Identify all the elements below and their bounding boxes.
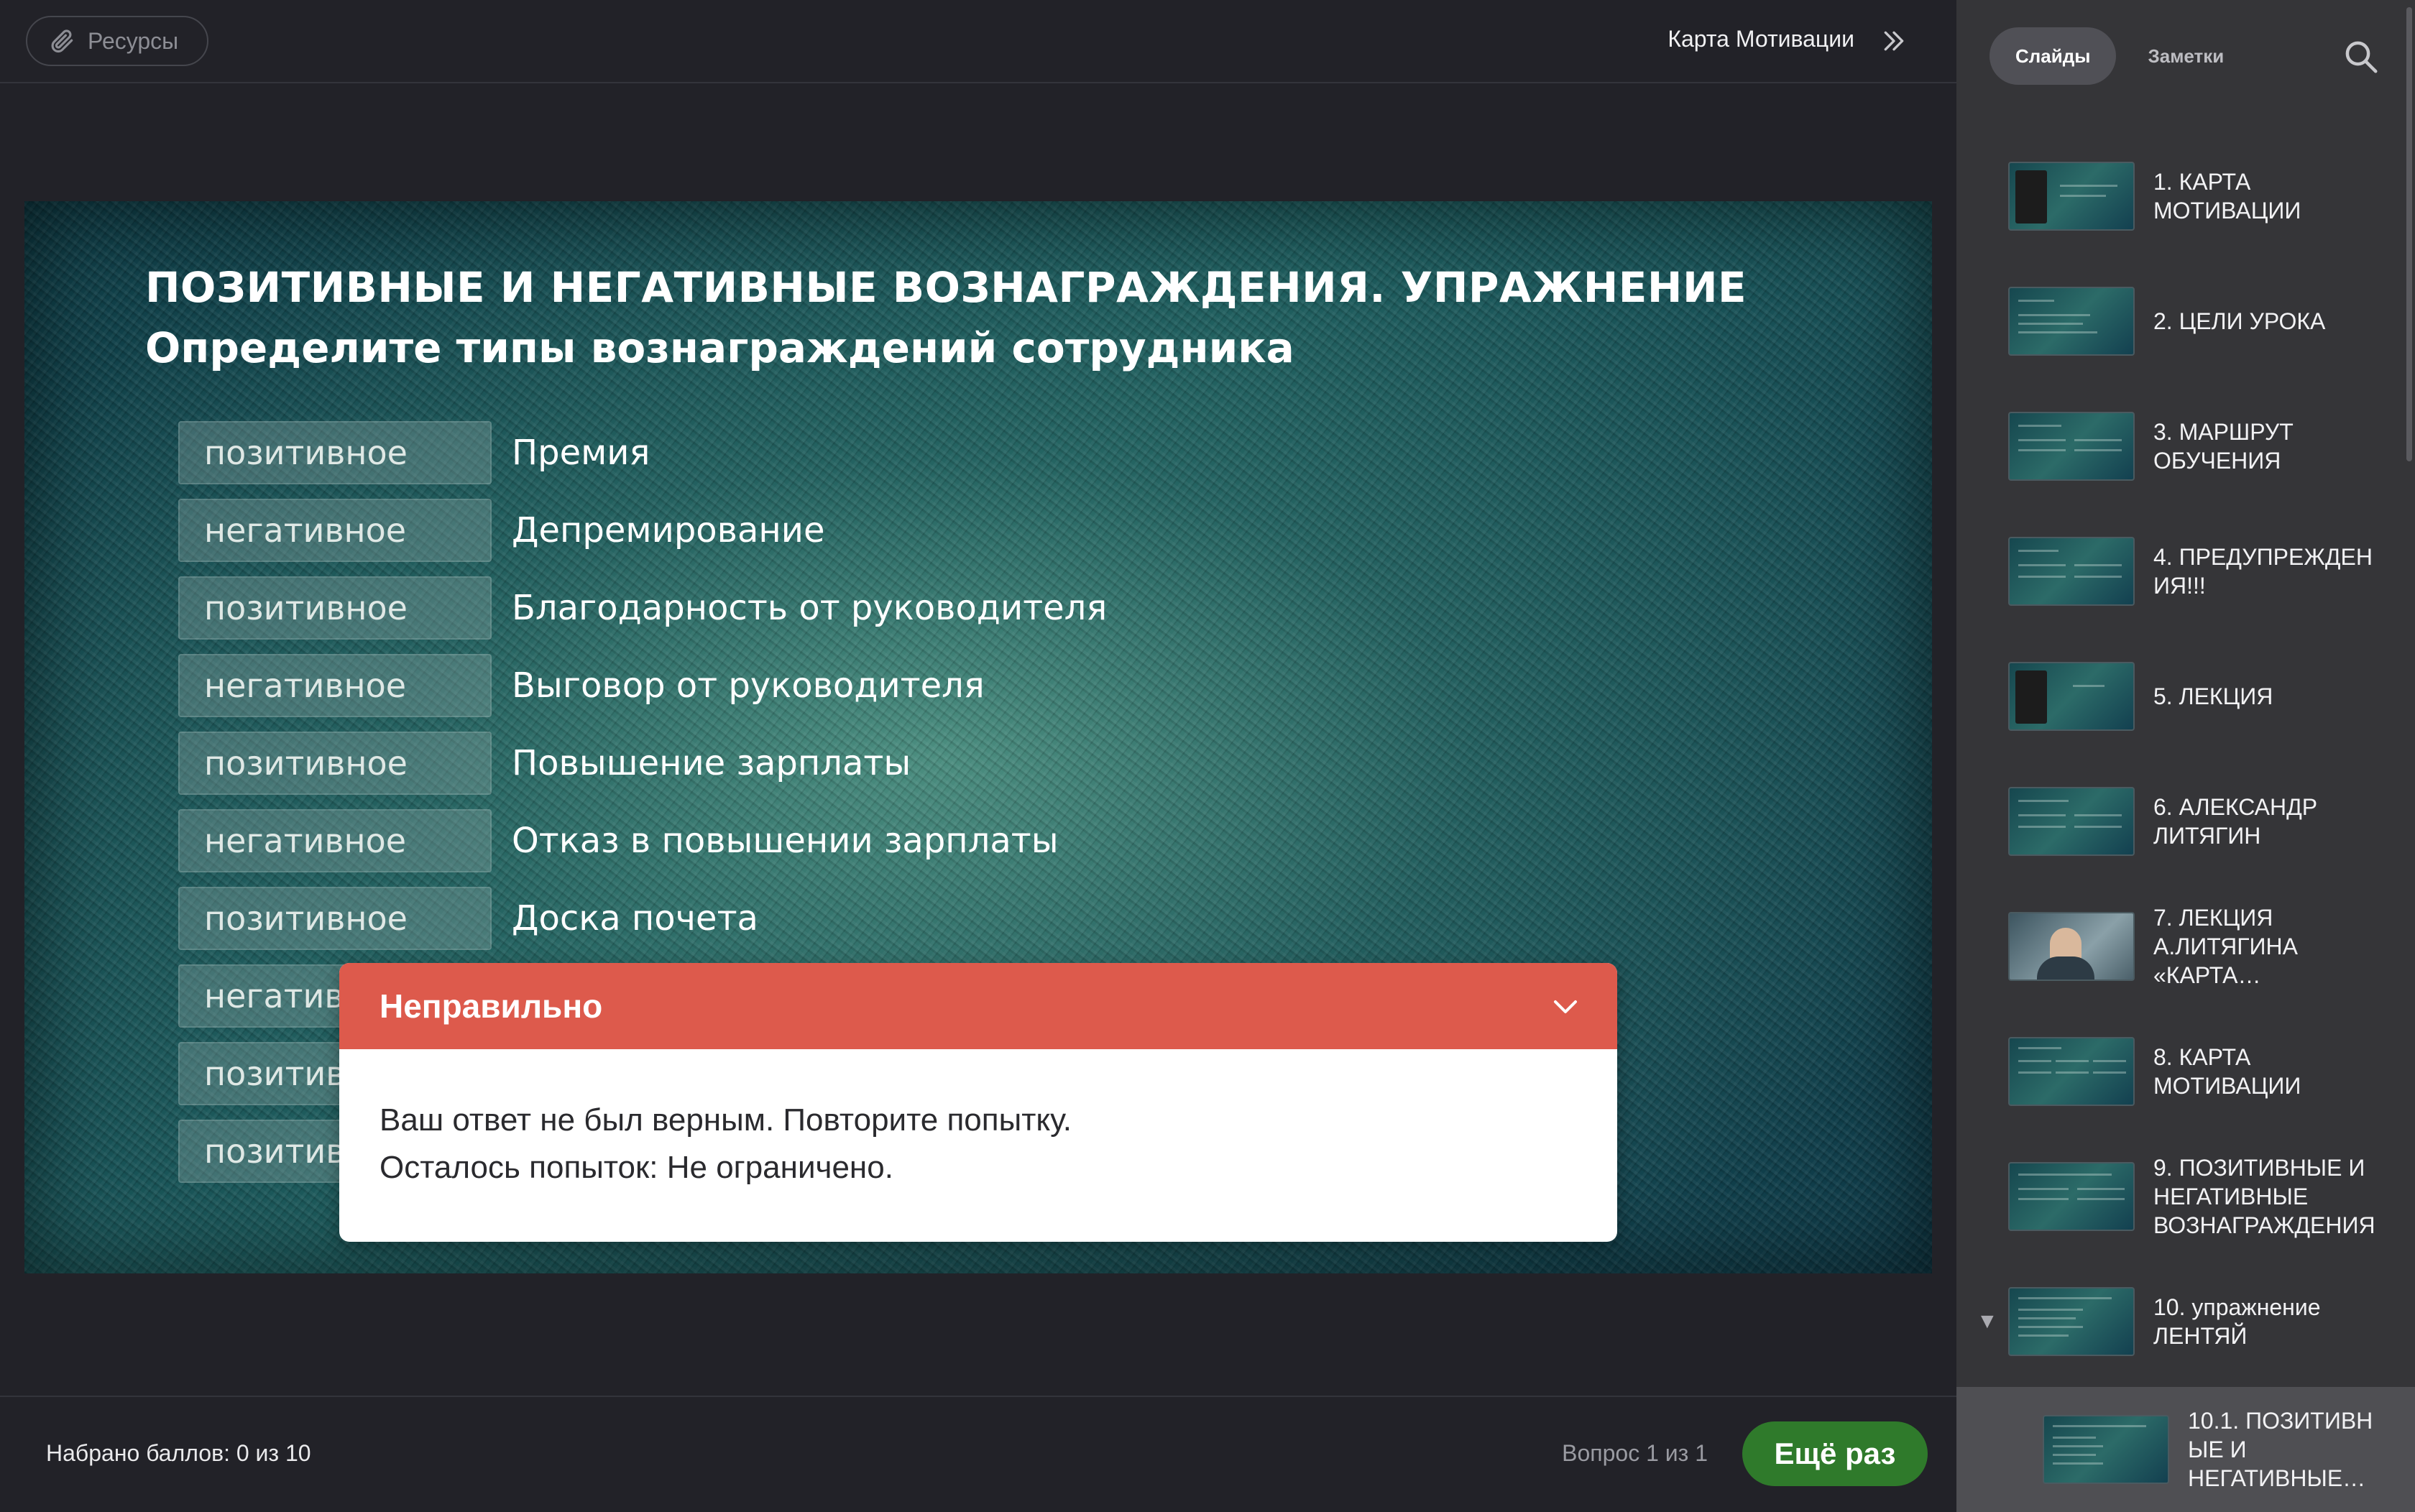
answer-chip[interactable]: позитивное	[178, 732, 492, 795]
collapse-sidebar-button[interactable]	[1877, 24, 1910, 57]
slide-thumbnail	[2008, 537, 2135, 606]
slide-item-selected[interactable]: 10.1. ПОЗИТИВН ЫЕ И НЕГАТИВНЫЕ…	[1956, 1387, 2415, 1512]
slide-subtitle: Определите типы вознаграждений сотрудник…	[145, 323, 1294, 372]
slide-thumbnail-list: 1. КАРТА МОТИВАЦИИ 2. ЦЕЛИ УРОКА 3. МАРШ…	[1956, 134, 2415, 1512]
answer-row: негативное Отказ в повышении зарплаты	[145, 802, 1874, 880]
feedback-attempts: Осталось попыток: Не ограничено.	[380, 1150, 893, 1185]
chevron-down-icon[interactable]	[1548, 989, 1583, 1023]
slide-item[interactable]: 6. АЛЕКСАНДР ЛИТЯГИН	[1956, 759, 2415, 884]
answer-chip[interactable]: негативное	[178, 499, 492, 562]
feedback-header[interactable]: Неправильно	[339, 963, 1617, 1049]
slide-thumbnail	[2008, 1162, 2135, 1231]
slide-item[interactable]: 1. КАРТА МОТИВАЦИИ	[1956, 134, 2415, 259]
slide-item-label: 10.1. ПОЗИТИВН ЫЕ И НЕГАТИВНЫЕ…	[2188, 1408, 2373, 1491]
slide-item[interactable]: ▼ 10. упражнение ЛЕНТЯЙ	[1956, 1259, 2415, 1384]
slide-item[interactable]: 9. ПОЗИТИВНЫЕ И НЕГАТИВНЫЕ ВОЗНАГРАЖДЕНИ…	[1956, 1134, 2415, 1259]
answer-row: позитивное Премия	[145, 414, 1874, 492]
slide-item[interactable]: 5. ЛЕКЦИЯ	[1956, 634, 2415, 759]
sidebar-tabs: Слайды Заметки	[1990, 27, 2250, 85]
slide-item[interactable]: 4. ПРЕДУПРЕЖДЕН ИЯ!!!	[1956, 509, 2415, 634]
double-chevron-right-icon	[1884, 31, 1904, 51]
resources-button[interactable]: Ресурсы	[26, 16, 209, 66]
slide-item-label: 8. КАРТА МОТИВАЦИИ	[2153, 1044, 2301, 1099]
slide-item-label: 1. КАРТА МОТИВАЦИИ	[2153, 169, 2301, 223]
slide-item-label: 3. МАРШРУТ ОБУЧЕНИЯ	[2153, 419, 2294, 474]
slide-item-label: 10. упражнение ЛЕНТЯЙ	[2153, 1294, 2321, 1349]
course-title: Карта Мотивации	[1668, 26, 1854, 52]
answer-chip[interactable]: позитивное	[178, 421, 492, 484]
answer-chip[interactable]: негативное	[178, 654, 492, 717]
slide-title: ПОЗИТИВНЫЕ И НЕГАТИВНЫЕ ВОЗНАГРАЖДЕНИЯ. …	[145, 263, 1747, 312]
answer-chip[interactable]: позитивное	[178, 887, 492, 950]
retry-button[interactable]: Ещё раз	[1742, 1421, 1928, 1486]
answer-row: позитивное Благодарность от руководителя	[145, 569, 1874, 647]
slide-item-label: 7. ЛЕКЦИЯ А.ЛИТЯГИНА «КАРТА…	[2153, 905, 2298, 988]
slide-thumbnail	[2008, 662, 2135, 731]
tab-slides[interactable]: Слайды	[1990, 27, 2117, 85]
triangle-down-icon[interactable]: ▼	[1977, 1309, 1998, 1334]
slide-item[interactable]: 7. ЛЕКЦИЯ А.ЛИТЯГИНА «КАРТА…	[1956, 884, 2415, 1009]
answer-row: позитивное Повышение зарплаты	[145, 724, 1874, 802]
question-counter: Вопрос 1 из 1	[1562, 1440, 1708, 1466]
slide-thumbnail	[2008, 412, 2135, 481]
slide-thumbnail	[2008, 287, 2135, 356]
slide-item[interactable]: 8. КАРТА МОТИВАЦИИ	[1956, 1009, 2415, 1134]
answer-row: позитивное Доска почета	[145, 880, 1874, 957]
slide-item-label: 2. ЦЕЛИ УРОКА	[2153, 308, 2326, 334]
slide-item-label: 9. ПОЗИТИВНЫЕ И НЕГАТИВНЫЕ ВОЗНАГРАЖДЕНИ…	[2153, 1155, 2375, 1238]
feedback-body: Ваш ответ не был верным. Повторите попыт…	[339, 1049, 1617, 1191]
answer-text: Отказ в повышении зарплаты	[512, 821, 1059, 861]
bottom-bar: Набрано баллов: 0 из 10 Вопрос 1 из 1 Ещ…	[0, 1396, 1956, 1509]
slide-item-label: 5. ЛЕКЦИЯ	[2153, 683, 2273, 709]
top-bar: Ресурсы Карта Мотивации	[0, 0, 1956, 83]
answer-text: Благодарность от руководителя	[512, 588, 1108, 628]
resources-label: Ресурсы	[88, 27, 179, 54]
answer-text: Выговор от руководителя	[512, 665, 985, 706]
slide-thumbnail	[2008, 787, 2135, 856]
tab-notes[interactable]: Заметки	[2122, 27, 2250, 85]
search-button[interactable]	[2342, 37, 2380, 76]
slide-thumbnail	[2008, 162, 2135, 231]
feedback-title: Неправильно	[380, 987, 603, 1025]
answer-chip[interactable]: негативное	[178, 809, 492, 872]
slides-sidebar: Слайды Заметки 1. КАРТА МОТИВАЦИИ 2. ЦЕЛ…	[1956, 0, 2415, 1512]
slide-thumbnail	[2008, 912, 2135, 981]
slide-item[interactable]: 2. ЦЕЛИ УРОКА	[1956, 259, 2415, 384]
answer-text: Доска почета	[512, 898, 758, 939]
slide-thumbnail	[2043, 1415, 2169, 1484]
answer-row: негативное Выговор от руководителя	[145, 647, 1874, 724]
score-text: Набрано баллов: 0 из 10	[46, 1440, 311, 1466]
paperclip-icon	[51, 29, 73, 53]
answer-chip[interactable]: позитивное	[178, 576, 492, 640]
answer-text: Повышение зарплаты	[512, 743, 911, 783]
answer-text: Премия	[512, 433, 650, 473]
slide-thumbnail	[2008, 1037, 2135, 1106]
slide-item-label: 4. ПРЕДУПРЕЖДЕН ИЯ!!!	[2153, 544, 2373, 599]
feedback-popup: Неправильно Ваш ответ не был верным. Пов…	[339, 963, 1617, 1242]
slide-item[interactable]: 3. МАРШРУТ ОБУЧЕНИЯ	[1956, 384, 2415, 509]
search-icon	[2345, 41, 2378, 73]
answer-text: Депремирование	[512, 510, 825, 550]
slide-thumbnail	[2008, 1287, 2135, 1356]
feedback-message: Ваш ответ не был верным. Повторите попыт…	[380, 1102, 1072, 1138]
answer-row: негативное Депремирование	[145, 492, 1874, 569]
slide-item-label: 6. АЛЕКСАНДР ЛИТЯГИН	[2153, 794, 2318, 849]
